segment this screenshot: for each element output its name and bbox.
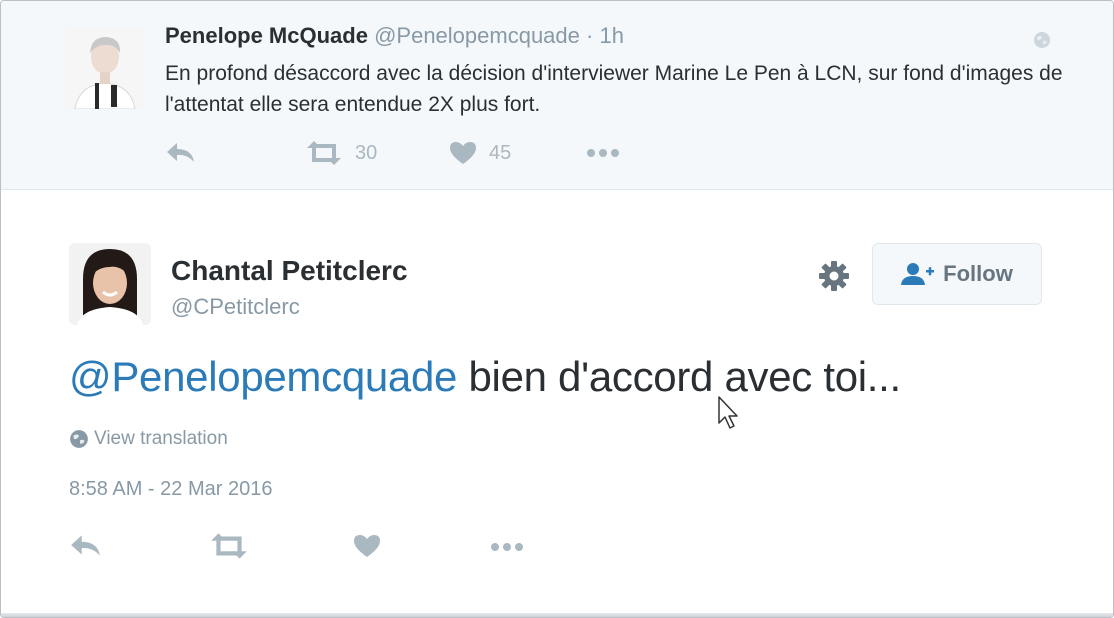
avatar[interactable] [69,243,151,325]
mention-link[interactable]: @Penelopemcquade [69,353,457,400]
avatar-penelope-image [65,27,145,109]
follow-button-label: Follow [943,261,1013,286]
follow-user-icon [901,263,935,285]
more-icon [491,543,523,551]
follow-button[interactable]: Follow [872,243,1042,305]
author-handle[interactable]: @CPetitclerc [171,294,300,320]
view-translation-link[interactable]: View translation [69,428,228,450]
parent-author-name[interactable]: Penelope McQuade [165,23,368,48]
reply-button[interactable] [165,141,197,165]
retweet-button[interactable]: 30 [305,141,377,165]
parent-tweet-header: Penelope McQuade @Penelopemcquade · 1h [165,23,624,49]
tweet-actions [69,533,569,563]
avatar[interactable] [65,27,145,109]
parent-author-handle[interactable]: @Penelopemcquade [374,23,580,48]
retweet-count: 30 [355,141,378,164]
avatar-chantal-image [69,243,151,325]
more-icon [587,149,619,157]
like-button[interactable]: 45 [449,141,511,165]
heart-icon [354,535,380,557]
tweet-permalink-frame: Penelope McQuade @Penelopemcquade · 1h E… [0,0,1114,618]
parent-tweet-actions: 30 45 [165,141,665,169]
gear-icon[interactable] [816,258,852,294]
mouse-cursor-icon [718,396,738,429]
reply-icon [71,535,100,556]
tweet-text-body: bien d'accord avec toi... [457,353,901,400]
globe-icon [70,430,88,448]
tweet-text: @Penelopemcquade bien d'accord avec toi.… [69,353,901,401]
heart-icon [450,142,476,164]
retweet-icon [307,141,341,165]
tweet-timestamp[interactable]: 8:58 AM - 22 Mar 2016 [69,478,272,501]
reply-button[interactable] [69,533,103,559]
retweet-icon [211,533,247,559]
view-translation-label: View translation [94,428,228,449]
author-name[interactable]: Chantal Petitclerc [171,255,408,287]
like-button[interactable] [353,533,381,559]
more-button[interactable] [489,541,525,553]
more-button[interactable] [585,147,621,159]
globe-icon [1034,32,1050,48]
parent-tweet[interactable]: Penelope McQuade @Penelopemcquade · 1h E… [1,1,1113,190]
parent-tweet-text: En profond désaccord avec la décision d'… [165,62,1063,116]
reply-icon [167,143,194,162]
retweet-button[interactable] [209,533,249,559]
like-count: 45 [489,141,512,164]
parent-tweet-time[interactable]: · 1h [586,23,624,48]
